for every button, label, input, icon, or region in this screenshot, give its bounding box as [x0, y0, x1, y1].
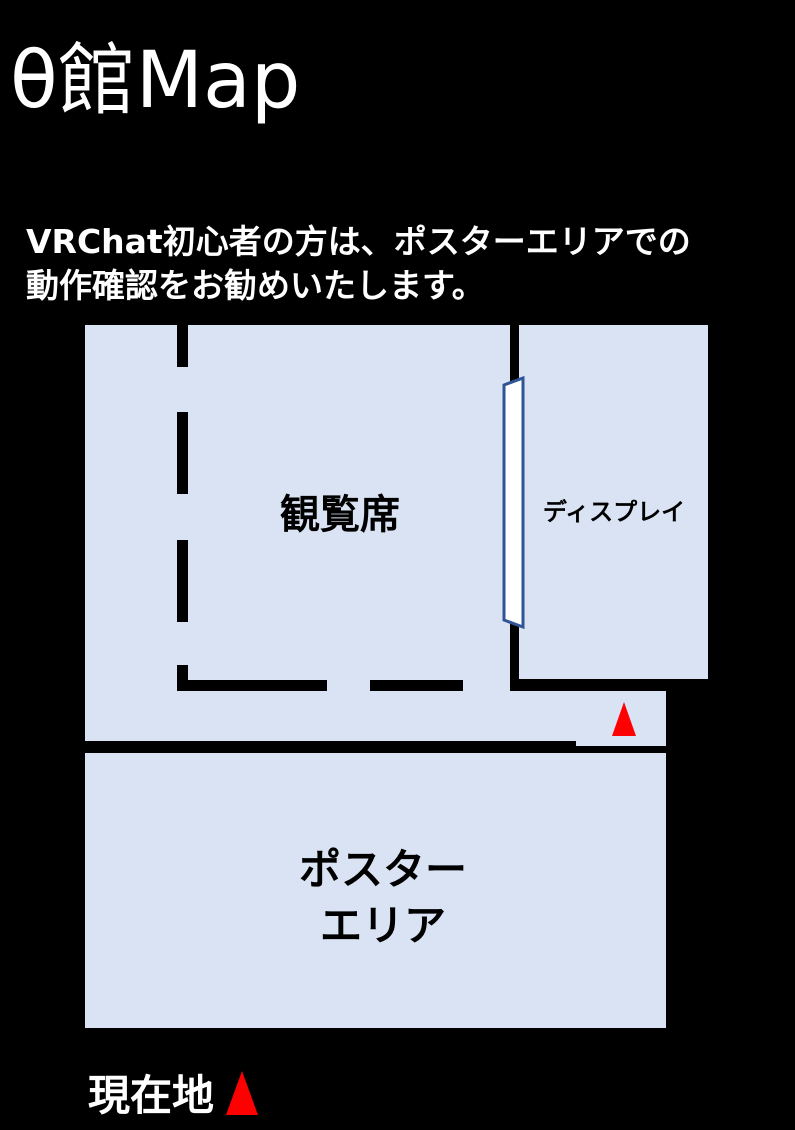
display-area-label: ディスプレイ — [542, 498, 686, 526]
legend: 現在地 — [88, 1062, 259, 1123]
red-triangle-icon — [226, 1070, 259, 1115]
legend-label: 現在地 — [88, 1071, 215, 1120]
display-wall-bottom — [510, 679, 708, 691]
poster-area-label-line-2: エリア — [319, 901, 446, 950]
corridor-floor — [510, 686, 666, 746]
seating-area-label: 観覧席 — [280, 492, 400, 538]
floor-map — [85, 325, 708, 1028]
divider-wall — [85, 741, 576, 753]
poster-area-label: ポスター エリア — [230, 842, 536, 954]
poster-area-label-line-1: ポスター — [298, 845, 467, 894]
